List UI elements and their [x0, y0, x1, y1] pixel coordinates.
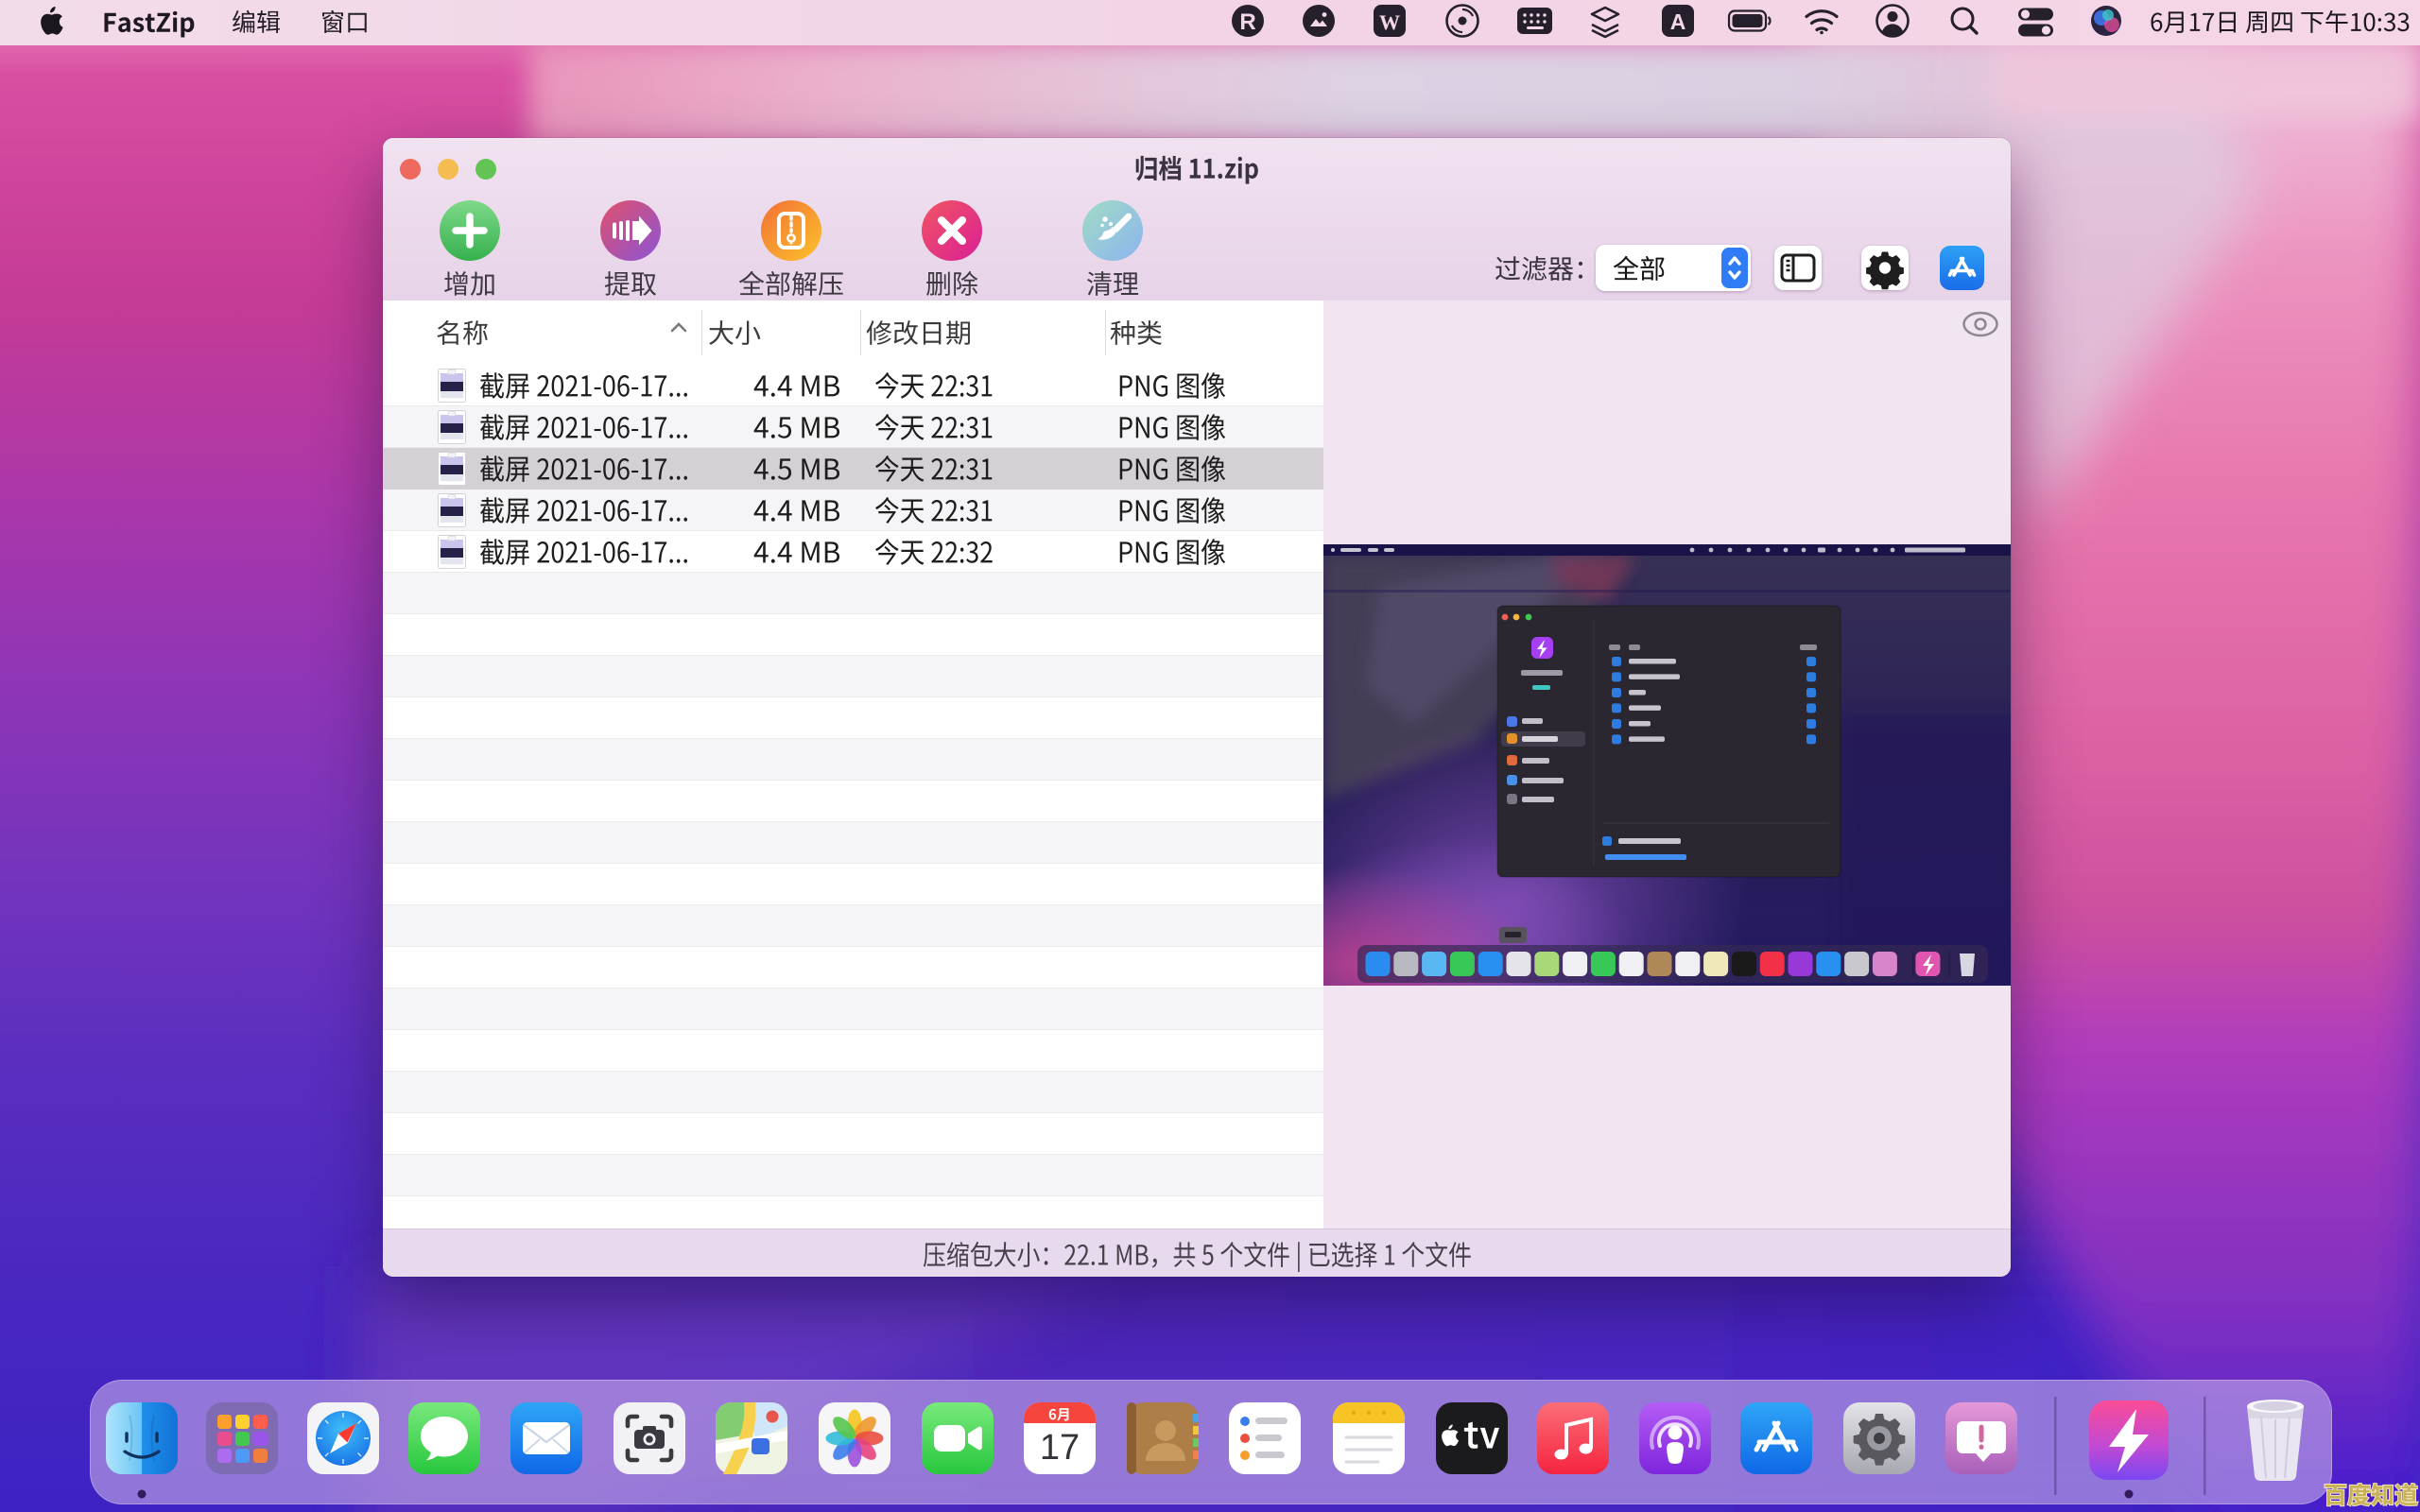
svg-text:17: 17 — [1040, 1428, 1080, 1468]
svg-text:W: W — [1379, 10, 1400, 34]
svg-text:A: A — [1670, 9, 1686, 34]
svg-text:R: R — [1239, 9, 1255, 35]
